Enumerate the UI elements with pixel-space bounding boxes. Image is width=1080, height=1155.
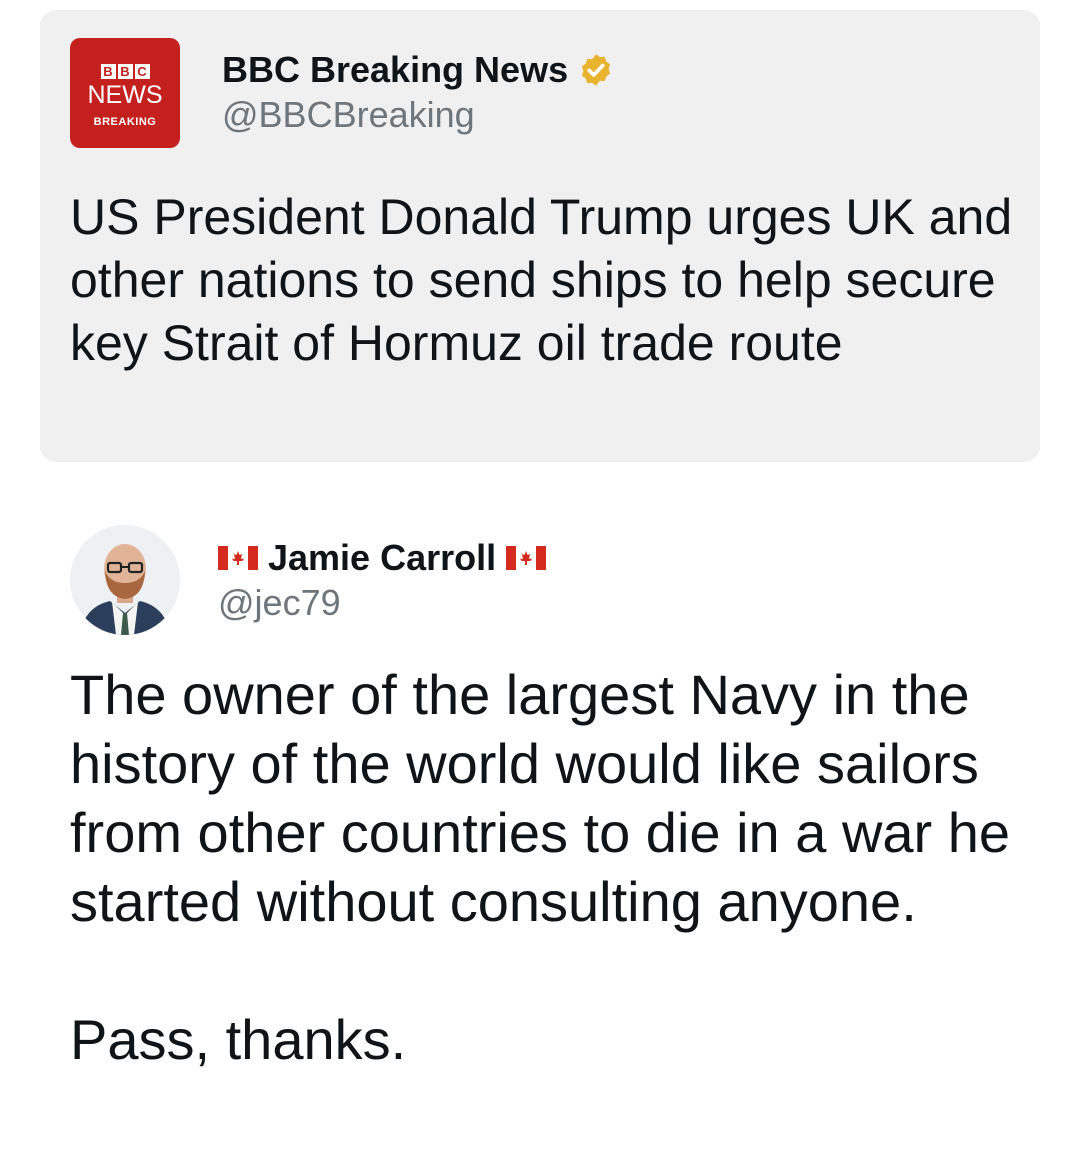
main-tweet-text: The owner of the largest Navy in the his…: [70, 663, 1011, 1071]
main-author-row: Jamie Carroll: [218, 536, 547, 580]
bbc-block-c: C: [134, 64, 150, 79]
bbc-blocks: B B C: [70, 64, 180, 79]
screenshot-page: B B C NEWS BREAKING BBC Breaking News @B…: [0, 0, 1080, 1155]
quoted-tweet-text: US President Donald Trump urges UK and o…: [70, 189, 1013, 371]
bbc-news-label: NEWS: [87, 81, 163, 109]
canada-flag-icon: [506, 546, 547, 570]
verified-badge-icon: [582, 54, 611, 86]
canada-flag-icon: [218, 546, 258, 570]
bbc-block-b1: B: [100, 64, 116, 79]
user-avatar-icon: [70, 525, 180, 635]
bbc-news-logo[interactable]: B B C NEWS BREAKING: [70, 38, 180, 148]
avatar[interactable]: [70, 525, 180, 635]
quoted-tweet-card[interactable]: B B C NEWS BREAKING BBC Breaking News @B…: [40, 10, 1040, 462]
bbc-block-b2: B: [117, 64, 133, 79]
bbc-breaking-label: BREAKING: [93, 116, 157, 128]
quoted-handle[interactable]: @BBCBreaking: [222, 94, 475, 136]
quoted-author-row: BBC Breaking News: [222, 48, 614, 92]
quoted-display-name[interactable]: BBC Breaking News: [222, 49, 568, 91]
main-display-name[interactable]: Jamie Carroll: [268, 537, 496, 579]
main-handle[interactable]: @jec79: [218, 582, 341, 624]
